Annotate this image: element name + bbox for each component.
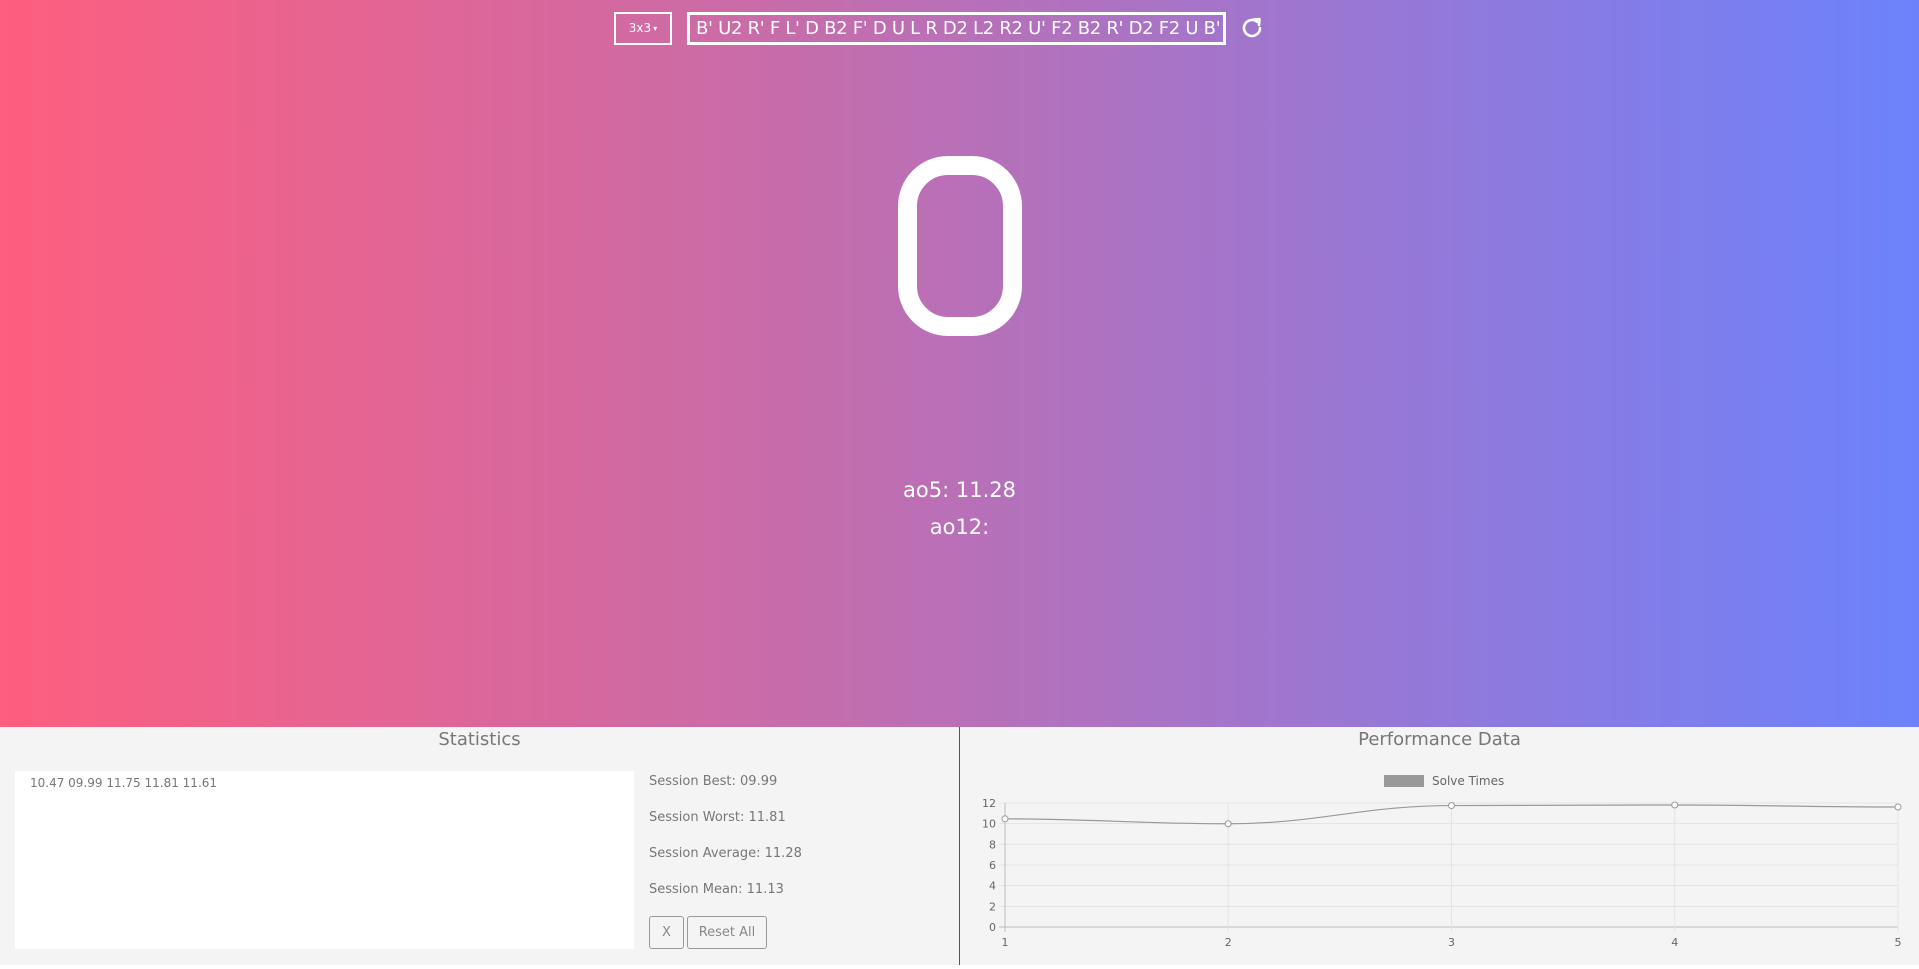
times-list[interactable]: 10.47 09.99 11.75 11.81 11.61 (15, 771, 634, 949)
timer-digit-zero (897, 156, 1022, 336)
top-bar: 3x3 ▾ B' U2 R' F L' D B2 F' D U L R D2 L… (614, 10, 1266, 46)
puzzle-type-dropdown[interactable]: 3x3 ▾ (614, 11, 672, 45)
averages: ao5: 11.28 ao12: (0, 472, 1919, 546)
legend-swatch (1384, 775, 1424, 787)
hero-section: 3x3 ▾ B' U2 R' F L' D B2 F' D U L R D2 L… (0, 0, 1919, 727)
x-tick-label: 4 (1671, 936, 1678, 949)
ao12-value: ao12: (929, 515, 990, 539)
chevron-down-icon: ▾ (653, 23, 658, 33)
timer-display[interactable]: 0 (0, 150, 1919, 370)
session-worst: Session Worst: 11.81 (649, 810, 786, 825)
performance-title: Performance Data (1358, 729, 1521, 750)
x-tick-label: 1 (1002, 936, 1009, 949)
times-list-text: 10.47 09.99 11.75 11.81 11.61 (30, 776, 218, 790)
y-tick-label: 0 (989, 921, 996, 934)
session-mean: Session Mean: 11.13 (649, 882, 784, 897)
y-tick-label: 4 (989, 880, 996, 893)
y-tick-label: 12 (982, 797, 996, 810)
legend-label: Solve Times (1432, 774, 1504, 788)
y-tick-label: 2 (989, 900, 996, 913)
y-tick-label: 8 (989, 838, 996, 851)
performance-chart: 0 2 4 6 8 10 12 1 2 3 4 5 Solve Times (960, 767, 1919, 965)
puzzle-type-label: 3x3 (628, 21, 652, 35)
statistics-title: Statistics (438, 729, 521, 750)
ao5-value: ao5: 11.28 (903, 478, 1016, 502)
bottom-panel: Statistics Performance Data 10.47 09.99 … (0, 727, 1919, 965)
y-tick-label: 6 (989, 859, 996, 872)
session-average: Session Average: 11.28 (649, 846, 802, 861)
reset-all-button[interactable]: Reset All (687, 916, 767, 949)
x-tick-label: 2 (1225, 936, 1232, 949)
x-tick-label: 5 (1895, 936, 1902, 949)
y-tick-label: 10 (982, 818, 996, 831)
scramble-display[interactable]: B' U2 R' F L' D B2 F' D U L R D2 L2 R2 U… (687, 11, 1226, 45)
x-tick-label: 3 (1448, 936, 1455, 949)
data-point (1671, 801, 1679, 809)
stats-buttons: X Reset All (649, 916, 767, 949)
session-best: Session Best: 09.99 (649, 774, 778, 789)
data-point (1894, 803, 1902, 811)
refresh-icon[interactable] (1238, 14, 1266, 42)
session-stats: Session Best: 09.99 Session Worst: 11.81… (649, 771, 802, 915)
data-point (1448, 802, 1455, 810)
performance-chart-svg: 0246810121 2 3 4 5Solve Times (982, 774, 1902, 949)
data-point (1001, 815, 1009, 823)
data-point (1224, 820, 1232, 828)
delete-button[interactable]: X (649, 916, 684, 949)
